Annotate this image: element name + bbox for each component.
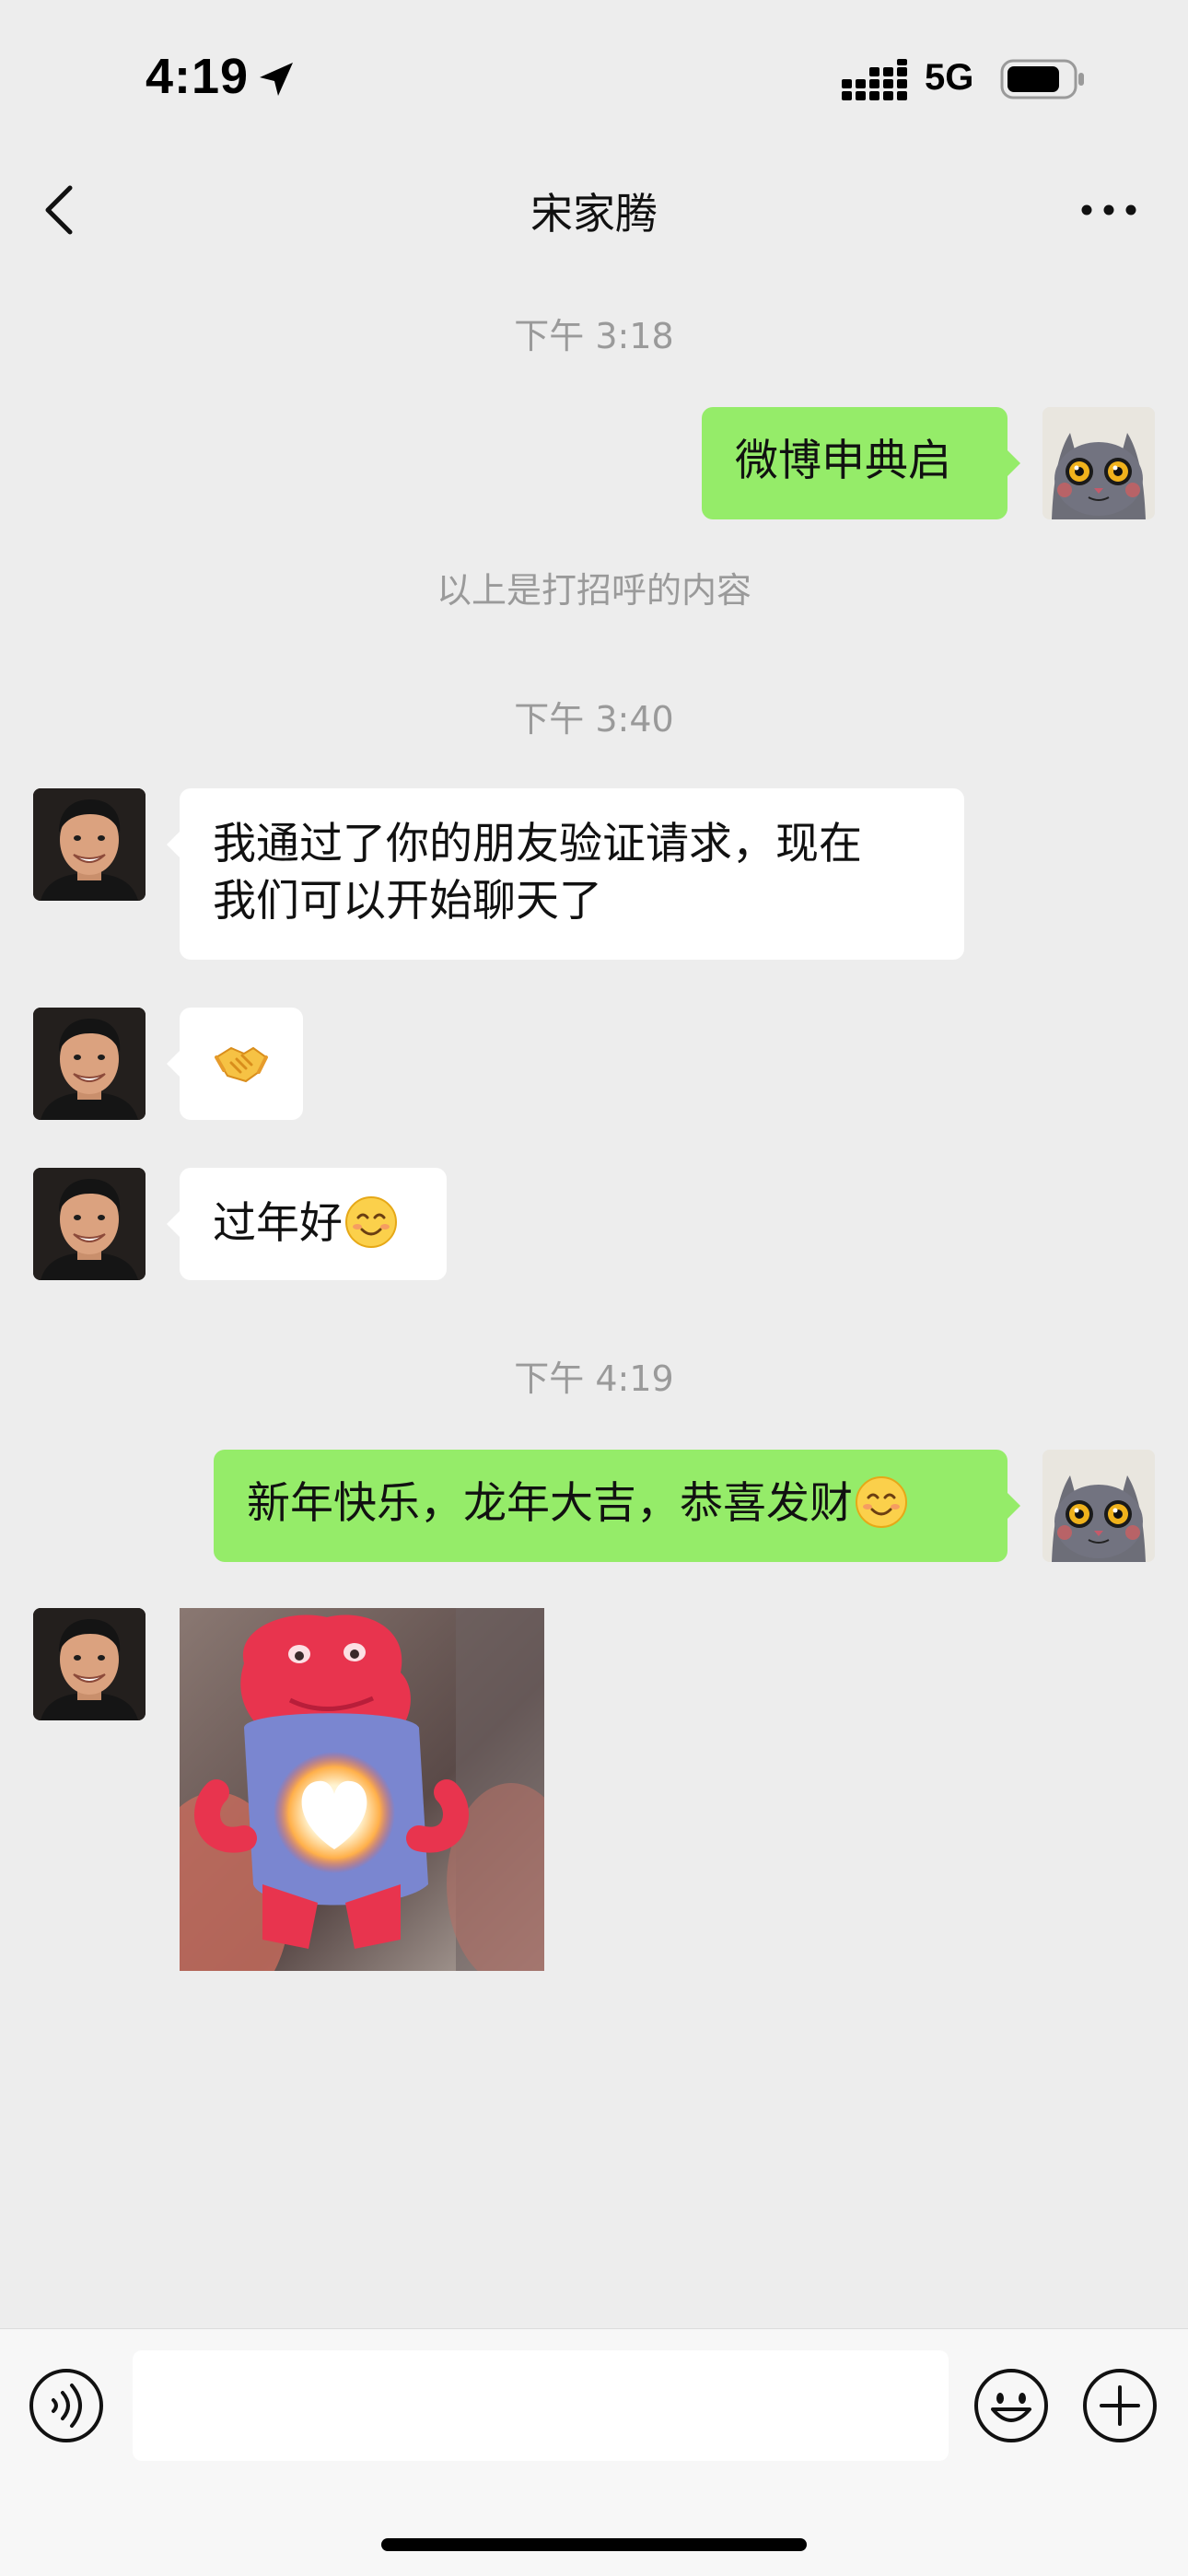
message-bubble-incoming[interactable]: 我通过了你的朋友验证请求，现在 我们可以开始聊天了 <box>180 788 964 960</box>
battery-icon <box>1000 59 1084 99</box>
cat-avatar-icon <box>1042 1450 1155 1562</box>
smiling-face-emoji <box>345 1196 397 1248</box>
ellipsis-icon[interactable] <box>1079 199 1138 221</box>
person-avatar-icon <box>33 1168 146 1280</box>
home-indicator <box>381 2538 807 2551</box>
handshake-emoji <box>215 1046 268 1083</box>
message-bubble-incoming[interactable] <box>180 1008 303 1120</box>
cat-avatar-icon <box>1042 407 1155 519</box>
person-avatar-icon <box>33 1008 146 1120</box>
status-time: 4:19 <box>146 49 250 104</box>
timestamp: 下午 3:40 <box>514 699 674 740</box>
person-avatar-icon <box>33 788 146 901</box>
bubble-tail <box>167 832 180 857</box>
smiling-face-emoji <box>856 1476 907 1528</box>
message-text-line: 我通过了你的朋友验证请求，现在 <box>213 819 862 869</box>
message-bubble-incoming[interactable]: 过年好 <box>180 1168 447 1280</box>
message-text: 微博申典启 <box>735 436 951 486</box>
avatar-contact[interactable] <box>33 1008 146 1120</box>
message-input[interactable] <box>133 2350 949 2461</box>
chat-title: 宋家腾 <box>530 189 658 239</box>
voice-icon[interactable] <box>28 2367 105 2444</box>
message-bubble-outgoing[interactable]: 微博申典启 <box>702 407 1007 519</box>
plus-icon[interactable] <box>1081 2367 1159 2444</box>
message-text: 新年快乐，龙年大吉，恭喜发财 <box>247 1478 853 1529</box>
avatar-contact[interactable] <box>33 1168 146 1280</box>
bubble-tail <box>167 1211 180 1237</box>
bubble-tail <box>1007 450 1020 476</box>
avatar-self[interactable] <box>1042 407 1155 519</box>
avatar-self[interactable] <box>1042 1450 1155 1562</box>
emoji-icon[interactable] <box>973 2367 1050 2444</box>
message-text-line: 我们可以开始聊天了 <box>213 876 602 927</box>
bubble-tail <box>1007 1493 1020 1519</box>
timestamp: 下午 4:19 <box>514 1358 674 1399</box>
message-text: 过年好 <box>213 1198 343 1249</box>
person-avatar-icon <box>33 1608 146 1720</box>
avatar-contact[interactable] <box>33 788 146 901</box>
avatar-contact[interactable] <box>33 1608 146 1720</box>
timestamp: 下午 3:18 <box>514 316 674 356</box>
network-type: 5G <box>925 57 974 98</box>
heart-glowing-toy-image <box>180 1608 544 1971</box>
signal-icon <box>842 59 907 100</box>
message-bubble-outgoing[interactable]: 新年快乐，龙年大吉，恭喜发财 <box>214 1450 1007 1562</box>
image-message[interactable] <box>180 1608 544 1971</box>
location-arrow-icon <box>260 63 293 96</box>
system-message: 以上是打招呼的内容 <box>436 570 751 611</box>
bubble-tail <box>167 1051 180 1077</box>
